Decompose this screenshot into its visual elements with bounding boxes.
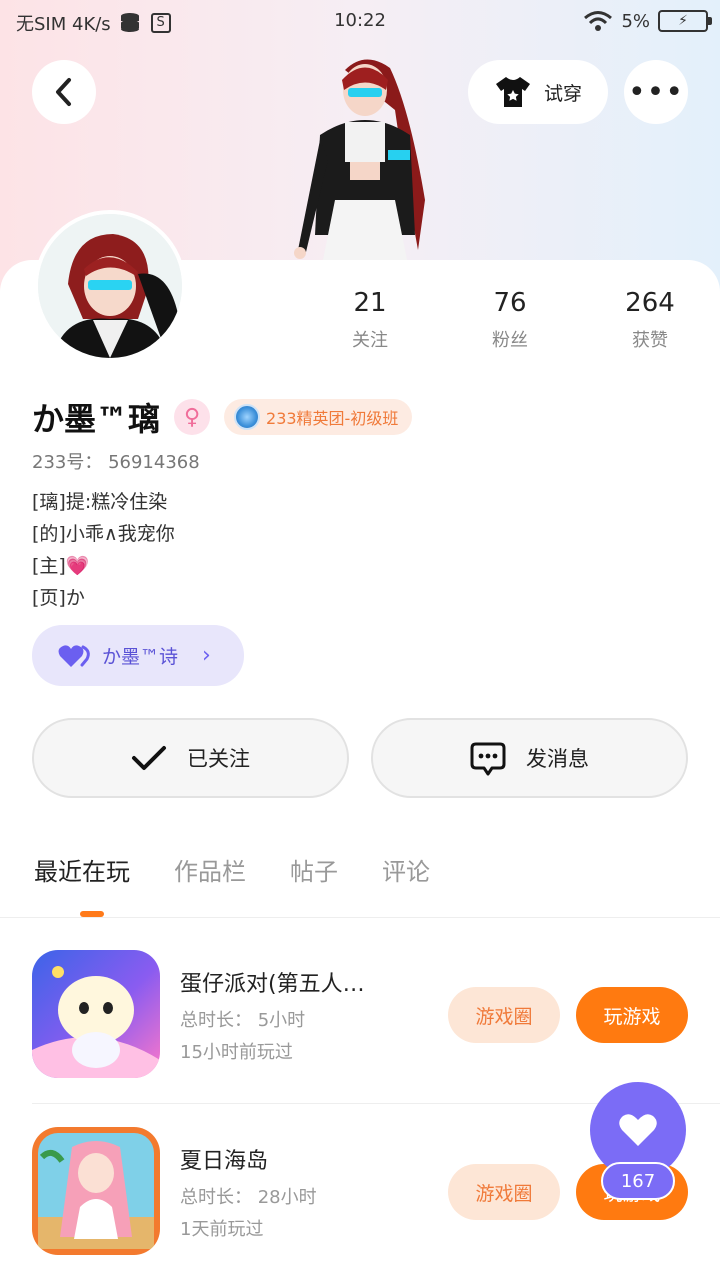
bio-line: [璃]提:糕冷住染 [32,491,168,513]
tab-recently-played[interactable]: 最近在玩 [34,852,130,887]
game-last-played: 1天前玩过 [180,1219,264,1240]
user-id: 233号： 56914368 [32,452,200,473]
bio-line: [页]か [32,587,85,609]
tab-works[interactable]: 作品栏 [174,852,246,887]
checkmark-icon [132,746,166,770]
bio-line: [主]💗 [32,555,90,577]
bio: [璃]提:糕冷住染 [的]小乖∧我宠你 [主]💗 [页]か [32,486,175,614]
battery-icon: ⚡ [658,10,712,32]
chevron-left-icon [56,78,71,106]
divider [0,917,720,918]
avatar[interactable] [34,210,186,362]
back-button[interactable] [32,60,96,124]
stat-followers[interactable]: 76 粉丝 [440,288,580,352]
chat-bubble-icon [470,742,506,776]
battery-percent: 5% [621,10,650,32]
cp-name: か墨™诗 [102,646,179,668]
status-bar: 无SIM 4K/s S 10:22 5% ⚡ [0,0,720,44]
cp-relationship-button[interactable]: か墨™诗 › [32,625,244,686]
username: か墨™璃 [32,400,161,438]
chevron-right-icon: › [202,643,211,668]
avatar-image [38,214,182,358]
pink-heart-icon: 💗 [65,555,90,577]
game-last-played: 15小时前玩过 [180,1042,293,1063]
stat-label: 粉丝 [492,330,528,351]
stat-number: 76 [493,288,527,318]
send-message-button[interactable]: 发消息 [371,718,688,798]
game-duration: 总时长： 28小时 [180,1187,317,1208]
tshirt-icon [495,77,530,107]
tab-comments[interactable]: 评论 [382,852,430,887]
stat-number: 264 [625,288,675,318]
game-icon [32,1127,160,1255]
avatar-3d-character [294,59,425,265]
stat-following[interactable]: 21 关注 [300,288,440,352]
more-dots-icon: ••• [627,74,685,110]
try-on-label: 试穿 [543,82,582,105]
guild-badge[interactable]: 233精英团-初级班 [224,399,413,435]
play-game-button[interactable]: 玩游戏 [576,987,688,1043]
female-gender-icon: ♀ [174,399,211,435]
profile-tabs: 最近在玩 作品栏 帖子 评论 [34,852,430,887]
guild-name: 233精英团-初级班 [266,409,399,428]
stats-row: 21 关注 76 粉丝 264 获赞 [300,288,720,352]
followed-label: 已关注 [187,747,250,771]
game-duration: 总时长： 5小时 [180,1010,306,1031]
game-title: 蛋仔派对(第五人… [180,972,365,997]
tab-posts[interactable]: 帖子 [290,852,338,887]
stat-label: 关注 [352,330,388,351]
send-message-label: 发消息 [526,747,589,771]
like-count-badge: 167 [601,1162,675,1200]
stat-number: 21 [353,288,387,318]
game-list-item[interactable]: 蛋仔派对(第五人… 总时长： 5小时 15小时前玩过 游戏圈 玩游戏 [32,950,720,1080]
game-title: 夏日海岛 [180,1149,269,1174]
heart-pair-icon [58,644,90,667]
stat-label: 获赞 [632,330,668,351]
more-button[interactable]: ••• [624,60,688,124]
game-circle-button[interactable]: 游戏圈 [448,987,560,1043]
game-icon [32,950,160,1078]
game-circle-button[interactable]: 游戏圈 [448,1164,560,1220]
wifi-icon [584,11,613,31]
followed-button[interactable]: 已关注 [32,718,349,798]
heart-icon [619,1114,657,1146]
name-row: か墨™璃 ♀ 233精英团-初级班 [32,394,413,440]
bio-line: [的]小乖∧我宠你 [32,523,175,545]
stat-likes[interactable]: 264 获赞 [580,288,720,352]
guild-emblem-icon [234,404,261,430]
try-on-button[interactable]: 试穿 [468,60,608,124]
